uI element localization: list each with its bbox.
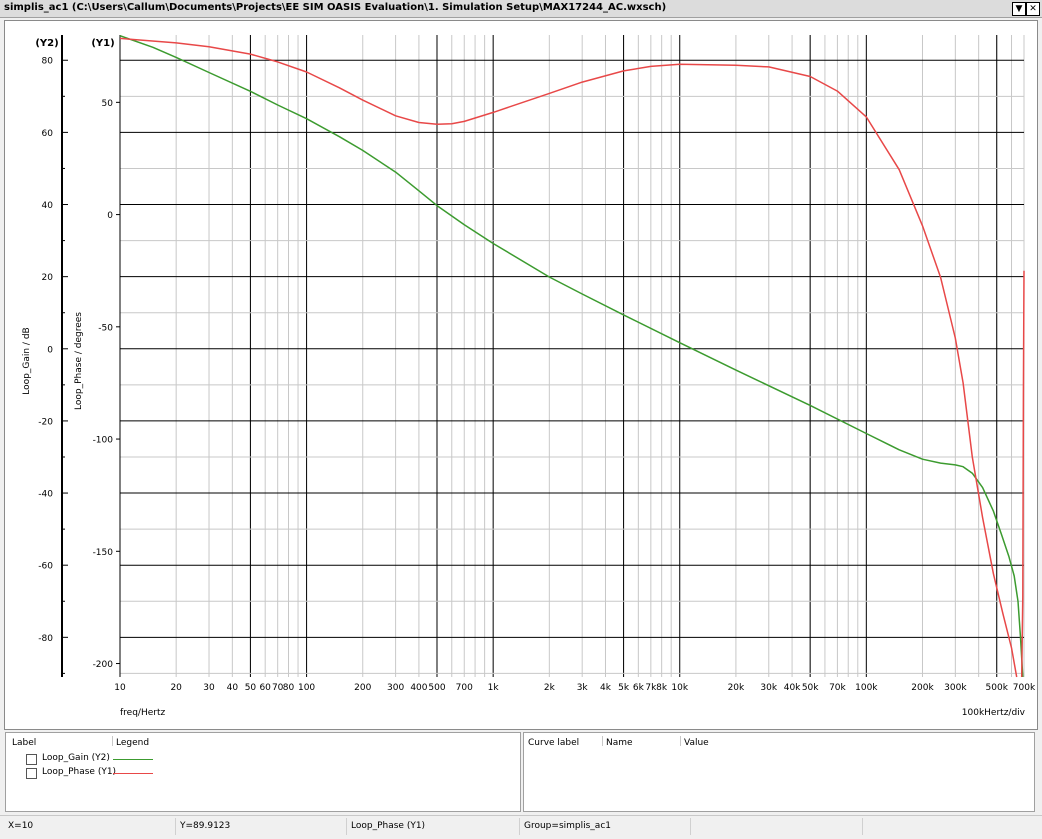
x-tick-label: 30k (760, 683, 777, 693)
window-title: simplis_ac1 (C:\Users\Callum\Documents\P… (4, 2, 667, 13)
y2-axis-tag: (Y2) (35, 38, 58, 49)
x-div-label: 100kHertz/div (962, 708, 1026, 718)
y2-tick-label: 60 (42, 129, 54, 139)
x-tick-label: 6k (633, 683, 645, 693)
x-tick-label: 2k (544, 683, 556, 693)
y1-tick-label: 0 (107, 211, 113, 221)
legend-checkbox[interactable] (26, 768, 37, 779)
x-tick-label: 80 (283, 683, 295, 693)
legend-line-swatch (113, 773, 153, 774)
y1-tick-label: 50 (102, 99, 114, 109)
status-group: Group=simplis_ac1 (524, 821, 611, 831)
y1-axis-label: Loop_Phase / degrees (74, 312, 84, 410)
x-tick-label: 10 (114, 683, 126, 693)
values-col-name: Name (606, 738, 633, 748)
legend-col-legend: Legend (116, 738, 150, 748)
y2-tick-label: -80 (38, 634, 53, 644)
curve-values-panel: Curve label Name Value (523, 732, 1035, 812)
y2-tick-label: 40 (42, 201, 54, 211)
y1-axis-tag: (Y1) (91, 38, 114, 49)
x-tick-label: 70k (829, 683, 846, 693)
x-tick-label: 3k (577, 683, 589, 693)
y2-tick-label: 20 (42, 273, 54, 283)
x-tick-label: 200k (911, 683, 934, 693)
legend-col-label: Label (12, 738, 37, 748)
x-tick-label: 40 (227, 683, 239, 693)
x-tick-label: 100k (855, 683, 878, 693)
x-tick-label: 30 (203, 683, 215, 693)
y2-tick-label: 0 (47, 345, 53, 355)
x-tick-label: 200 (354, 683, 371, 693)
y2-tick-label: -60 (38, 562, 53, 572)
plot-area[interactable]: 80 60 40 20 0 -20 -40 -60 -80 50 0 -50 -100 -150 -200(… (4, 20, 1038, 730)
x-tick-label: 60 (259, 683, 271, 693)
x-tick-label: 20 (170, 683, 182, 693)
x-tick-label: 20k (728, 683, 745, 693)
x-tick-label: 300 (387, 683, 404, 693)
x-tick-label: 50k (802, 683, 819, 693)
x-tick-label: 10k (671, 683, 688, 693)
y2-tick-label: 80 (42, 57, 54, 67)
window-titlebar: simplis_ac1 (C:\Users\Callum\Documents\P… (0, 0, 1042, 18)
x-axis-label: freq/Hertz (120, 708, 165, 718)
x-tick-label: 700k (1013, 683, 1036, 693)
status-bar: X=10 Y=89.9123 Loop_Phase (Y1) Group=sim… (0, 815, 1042, 839)
x-tick-label: 5k (618, 683, 630, 693)
close-button[interactable]: ✕ (1026, 2, 1040, 16)
y1-tick-label: -50 (98, 323, 113, 333)
y1-tick-label: -100 (93, 436, 114, 446)
values-col-value: Value (684, 738, 709, 748)
x-tick-label: 8k (656, 683, 668, 693)
x-tick-label: 500 (428, 683, 445, 693)
x-tick-label: 1k (488, 683, 500, 693)
legend-panel: Label Legend Loop_Gain (Y2) Loop_Phase (… (5, 732, 521, 812)
dropdown-menu-button[interactable]: ▼ (1012, 2, 1026, 16)
x-tick-label: 500k (986, 683, 1009, 693)
y2-tick-label: -20 (38, 417, 53, 427)
x-tick-label: 300k (944, 683, 967, 693)
legend-checkbox[interactable] (26, 754, 37, 765)
x-tick-label: 50 (245, 683, 257, 693)
bode-chart[interactable]: 806040200-20-40-60-80500-50-100-150-200(… (5, 21, 1037, 729)
status-curve: Loop_Phase (Y1) (351, 821, 426, 831)
y1-tick-label: -150 (93, 548, 114, 558)
y2-axis-label: Loop_Gain / dB (22, 327, 32, 394)
legend-item-label: Loop_Gain (Y2) (42, 753, 110, 763)
x-tick-label: 4k (600, 683, 612, 693)
x-tick-label: 100 (298, 683, 315, 693)
legend-line-swatch (113, 759, 153, 760)
y2-tick-label: -40 (38, 490, 53, 500)
values-col-curve-label: Curve label (528, 738, 580, 748)
legend-item-label: Loop_Phase (Y1) (42, 767, 117, 777)
x-tick-label: 700 (456, 683, 473, 693)
x-tick-label: 400 (410, 683, 427, 693)
status-x: X=10 (8, 821, 34, 831)
series-loop-phase (119, 37, 1018, 678)
x-tick-label: 40k (784, 683, 801, 693)
y1-tick-label: -200 (93, 660, 114, 670)
status-y: Y=89.9123 (180, 821, 231, 831)
